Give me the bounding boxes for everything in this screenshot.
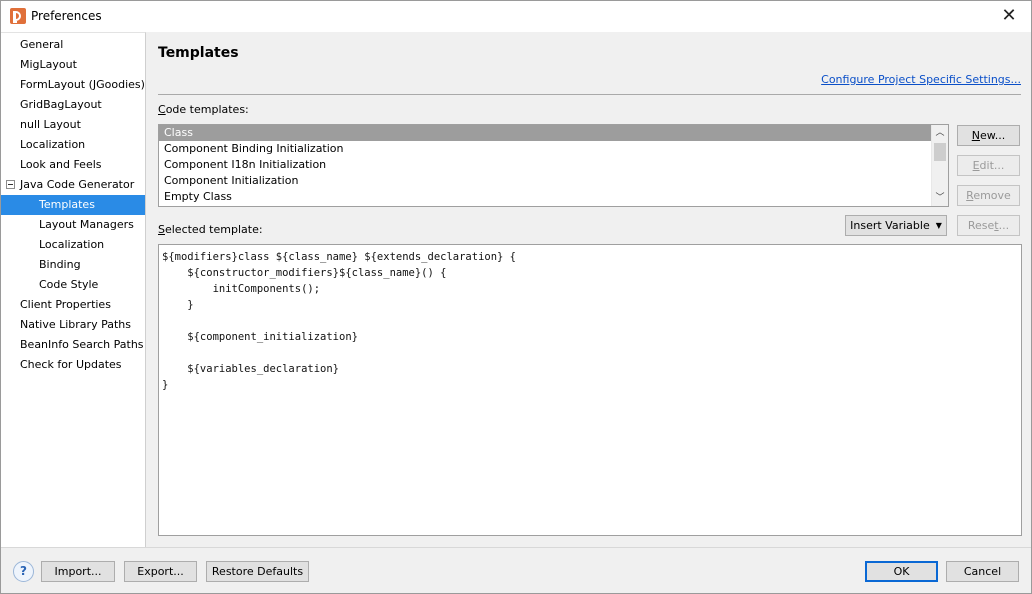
title-bar: Preferences ✕ xyxy=(1,1,1031,32)
scroll-up-icon[interactable]: ︿ xyxy=(932,125,948,141)
sidebar-item-native-library-paths[interactable]: Native Library Paths xyxy=(1,315,145,335)
list-item-class[interactable]: Class xyxy=(159,125,932,141)
sidebar-item-code-style[interactable]: Code Style xyxy=(1,275,145,295)
code-templates-label: Code templates: xyxy=(158,103,249,116)
sidebar-item-binding[interactable]: Binding xyxy=(1,255,145,275)
window-title: Preferences xyxy=(31,9,102,23)
edit-button[interactable]: Edit... xyxy=(957,155,1020,176)
sidebar-item-beaninfo-search-paths[interactable]: BeanInfo Search Paths xyxy=(1,335,145,355)
code-templates-list[interactable]: Class Component Binding Initialization C… xyxy=(158,124,949,207)
sidebar-item-layout-managers[interactable]: Layout Managers xyxy=(1,215,145,235)
scroll-down-icon[interactable]: ﹀ xyxy=(932,190,948,206)
import-button[interactable]: Import... xyxy=(41,561,115,582)
sidebar-item-check-for-updates[interactable]: Check for Updates xyxy=(1,355,145,375)
sidebar-item-gridbaglayout[interactable]: GridBagLayout xyxy=(1,95,145,115)
page-title: Templates xyxy=(158,45,239,61)
list-item-component-init[interactable]: Component Initialization xyxy=(159,173,932,189)
title-separator xyxy=(158,94,1021,95)
cancel-button[interactable]: Cancel xyxy=(946,561,1019,582)
reset-button[interactable]: Reset... xyxy=(957,215,1020,236)
sidebar-item-null-layout[interactable]: null Layout xyxy=(1,115,145,135)
sidebar-item-localization[interactable]: Localization xyxy=(1,135,145,155)
export-button[interactable]: Export... xyxy=(124,561,197,582)
list-scrollbar[interactable]: ︿ ﹀ xyxy=(931,125,948,206)
preferences-window: Preferences ✕ General MigLayout FormLayo… xyxy=(0,0,1032,594)
list-item-component-i18n-init[interactable]: Component I18n Initialization xyxy=(159,157,932,173)
template-code: ${modifiers}class ${class_name} ${extend… xyxy=(162,251,517,391)
dialog-footer: ? Import... Export... Restore Defaults O… xyxy=(1,547,1031,593)
sidebar-item-general[interactable]: General xyxy=(1,35,145,55)
list-item-component-binding-init[interactable]: Component Binding Initialization xyxy=(159,141,932,157)
close-icon[interactable]: ✕ xyxy=(997,4,1021,28)
remove-button[interactable]: Remove xyxy=(957,185,1020,206)
restore-defaults-button[interactable]: Restore Defaults xyxy=(206,561,309,582)
templates-panel: Templates Configure Project Specific Set… xyxy=(147,32,1031,547)
dropdown-caret-icon: ▼ xyxy=(935,221,942,230)
sidebar-item-look-and-feels[interactable]: Look and Feels xyxy=(1,155,145,175)
sidebar-item-java-code-generator[interactable]: Java Code Generator xyxy=(1,175,145,195)
list-item-empty-class[interactable]: Empty Class xyxy=(159,189,932,205)
new-button[interactable]: New... xyxy=(957,125,1020,146)
collapse-toggle-icon[interactable] xyxy=(6,180,15,189)
preferences-tree: General MigLayout FormLayout (JGoodies) … xyxy=(1,32,146,547)
sidebar-item-client-properties[interactable]: Client Properties xyxy=(1,295,145,315)
scroll-thumb[interactable] xyxy=(934,143,946,161)
ok-button[interactable]: OK xyxy=(865,561,938,582)
sidebar-item-templates[interactable]: Templates xyxy=(1,195,145,215)
insert-variable-dropdown[interactable]: Insert Variable ▼ xyxy=(845,215,947,236)
template-editor[interactable]: ${modifiers}class ${class_name} ${extend… xyxy=(158,244,1022,536)
selected-template-label: Selected template: xyxy=(158,223,263,236)
help-icon[interactable]: ? xyxy=(13,561,34,582)
sidebar-item-miglayout[interactable]: MigLayout xyxy=(1,55,145,75)
app-logo-icon xyxy=(10,8,26,24)
sidebar-item-codegen-localization[interactable]: Localization xyxy=(1,235,145,255)
configure-project-settings-link[interactable]: Configure Project Specific Settings... xyxy=(821,73,1021,86)
sidebar-item-formlayout[interactable]: FormLayout (JGoodies) xyxy=(1,75,145,95)
